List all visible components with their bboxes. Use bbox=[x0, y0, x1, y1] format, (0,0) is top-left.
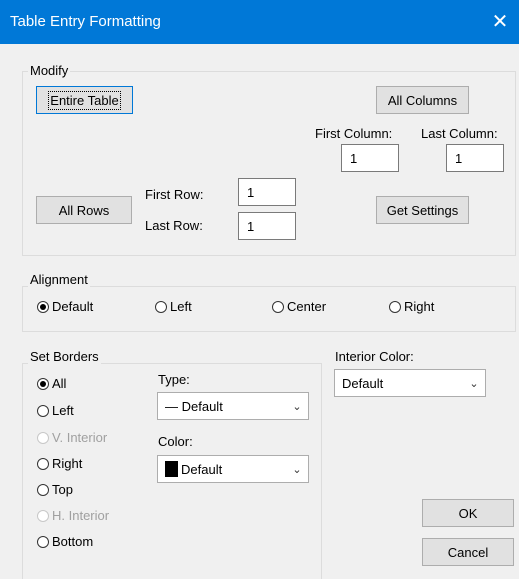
set-borders-group-label: Set Borders bbox=[28, 349, 101, 364]
dialog-title: Table Entry Formatting bbox=[10, 13, 161, 30]
ok-button[interactable]: OK bbox=[422, 499, 514, 527]
cancel-label: Cancel bbox=[447, 544, 489, 560]
border-left-radio[interactable]: Left bbox=[37, 403, 74, 418]
ok-label: OK bbox=[458, 505, 478, 521]
alignment-right-radio[interactable]: Right bbox=[389, 299, 434, 314]
radio-selected-icon bbox=[37, 300, 49, 313]
radio-icon bbox=[37, 457, 49, 470]
border-right-label: Right bbox=[52, 456, 83, 471]
chevron-down-icon: ⌄ bbox=[292, 400, 302, 413]
border-color-dropdown[interactable]: Default ⌄ bbox=[157, 455, 309, 483]
radio-selected-icon bbox=[37, 377, 49, 390]
cancel-button[interactable]: Cancel bbox=[422, 538, 514, 566]
all-rows-label: All Rows bbox=[58, 202, 110, 218]
last-row-label: Last Row: bbox=[145, 218, 203, 233]
border-h-interior-label: H. Interior bbox=[52, 508, 110, 523]
get-settings-button[interactable]: Get Settings bbox=[376, 196, 469, 224]
border-color-value-wrap: Default bbox=[158, 461, 286, 477]
border-type-label: Type: bbox=[158, 372, 190, 387]
first-column-label: First Column: bbox=[315, 126, 393, 141]
all-columns-label: All Columns bbox=[387, 92, 458, 108]
radio-icon bbox=[37, 535, 49, 548]
border-color-label: Color: bbox=[158, 434, 193, 449]
alignment-center-label: Center bbox=[287, 299, 327, 314]
radio-icon bbox=[389, 300, 401, 313]
border-all-label: All bbox=[52, 376, 67, 391]
table-entry-formatting-dialog: Table Entry Formatting ✕ Modify Entire T… bbox=[0, 0, 519, 579]
border-top-label: Top bbox=[52, 482, 73, 497]
chevron-down-icon: ⌄ bbox=[469, 377, 479, 390]
alignment-group bbox=[22, 286, 516, 332]
alignment-default-label: Default bbox=[52, 299, 94, 314]
all-columns-button[interactable]: All Columns bbox=[376, 86, 469, 114]
radio-icon bbox=[37, 431, 49, 444]
interior-color-value: Default bbox=[342, 375, 384, 391]
alignment-left-radio[interactable]: Left bbox=[155, 299, 192, 314]
interior-color-label: Interior Color: bbox=[335, 349, 414, 364]
first-row-field[interactable]: 1 bbox=[238, 178, 296, 206]
border-type-dropdown[interactable]: — Default ⌄ bbox=[157, 392, 309, 420]
radio-icon bbox=[272, 300, 284, 313]
border-v-interior-radio: V. Interior bbox=[37, 430, 107, 445]
border-bottom-radio[interactable]: Bottom bbox=[37, 534, 93, 549]
border-right-radio[interactable]: Right bbox=[37, 456, 82, 471]
title-bar[interactable]: Table Entry Formatting ✕ bbox=[0, 0, 519, 44]
border-type-value: — Default bbox=[165, 398, 223, 414]
radio-icon bbox=[155, 300, 167, 313]
border-all-radio[interactable]: All bbox=[37, 376, 66, 391]
get-settings-label: Get Settings bbox=[386, 202, 459, 218]
interior-color-dropdown[interactable]: Default ⌄ bbox=[334, 369, 486, 397]
alignment-default-radio[interactable]: Default bbox=[37, 299, 93, 314]
last-column-label: Last Column: bbox=[421, 126, 498, 141]
border-top-radio[interactable]: Top bbox=[37, 482, 73, 497]
border-h-interior-radio: H. Interior bbox=[37, 508, 109, 523]
entire-table-label: Entire Table bbox=[48, 90, 121, 110]
radio-icon bbox=[37, 509, 49, 522]
radio-icon bbox=[37, 483, 49, 496]
alignment-center-radio[interactable]: Center bbox=[272, 299, 326, 314]
border-left-label: Left bbox=[52, 403, 74, 418]
color-swatch bbox=[165, 461, 178, 477]
first-column-field[interactable]: 1 bbox=[341, 144, 399, 172]
last-column-field[interactable]: 1 bbox=[446, 144, 504, 172]
all-rows-button[interactable]: All Rows bbox=[36, 196, 132, 224]
border-color-value: Default bbox=[181, 461, 223, 477]
alignment-left-label: Left bbox=[170, 299, 192, 314]
close-icon[interactable]: ✕ bbox=[487, 8, 513, 34]
chevron-down-icon: ⌄ bbox=[292, 463, 302, 476]
modify-group-label: Modify bbox=[28, 63, 71, 78]
border-v-interior-label: V. Interior bbox=[52, 430, 108, 445]
first-row-label: First Row: bbox=[145, 187, 204, 202]
radio-icon bbox=[37, 404, 49, 417]
alignment-right-label: Right bbox=[404, 299, 435, 314]
entire-table-button[interactable]: Entire Table bbox=[36, 86, 133, 114]
last-row-field[interactable]: 1 bbox=[238, 212, 296, 240]
alignment-group-label: Alignment bbox=[28, 272, 90, 287]
border-bottom-label: Bottom bbox=[52, 534, 94, 549]
